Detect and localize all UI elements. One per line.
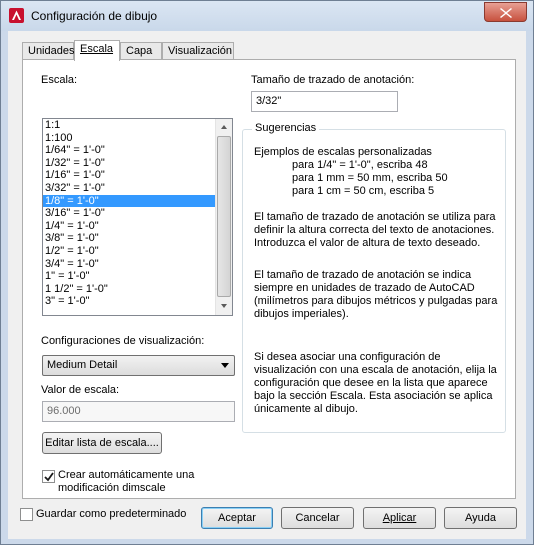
scale-list-item[interactable]: 1/64" = 1'-0" bbox=[43, 144, 232, 157]
hint-paragraph-2: El tamaño de trazado de anotación se ind… bbox=[254, 269, 504, 321]
scale-list-item[interactable]: 1/16" = 1'-0" bbox=[43, 169, 232, 182]
tab-unidades[interactable]: Unidades bbox=[22, 42, 74, 60]
hint-line: (milímetros para dibujos métricos y pulg… bbox=[254, 295, 498, 307]
save-default-label[interactable]: Guardar como predeterminado bbox=[36, 508, 186, 520]
scale-list-item[interactable]: 1/32" = 1'-0" bbox=[43, 157, 232, 170]
ok-label: Aceptar bbox=[218, 512, 256, 524]
auto-dimscale-label-line1[interactable]: Crear automáticamente una bbox=[58, 469, 194, 481]
example-line: para 1 cm = 50 cm, escriba 5 bbox=[292, 185, 435, 197]
hint-line: dibujos imperiales). bbox=[254, 308, 349, 320]
scale-list-item[interactable]: 1:100 bbox=[43, 132, 232, 145]
help-label: Ayuda bbox=[465, 512, 496, 524]
title-bar[interactable]: Configuración de dibujo bbox=[1, 1, 533, 31]
display-config-label: Configuraciones de visualización: bbox=[41, 335, 205, 347]
apply-button[interactable]: Aplicar bbox=[363, 507, 436, 529]
scale-list-item[interactable]: 3/16" = 1'-0" bbox=[43, 207, 232, 220]
dialog-client-area: Unidades Escala Capa Visualización Escal… bbox=[8, 31, 526, 539]
scale-list-item[interactable]: 3" = 1'-0" bbox=[43, 295, 232, 308]
scale-list-item[interactable]: 1 1/2" = 1'-0" bbox=[43, 283, 232, 296]
save-default-checkbox[interactable] bbox=[20, 508, 33, 521]
window-title: Configuración de dibujo bbox=[31, 9, 158, 23]
cancel-label: Cancelar bbox=[295, 512, 340, 524]
examples-block: Ejemplos de escalas personalizadas para … bbox=[254, 146, 504, 198]
auto-dimscale-label-line2[interactable]: modificación dimscale bbox=[58, 482, 166, 494]
hint-paragraph-1: El tamaño de trazado de anotación se uti… bbox=[254, 211, 504, 250]
tab-capa[interactable]: Capa bbox=[120, 42, 162, 60]
tab-label: Escala bbox=[80, 43, 114, 55]
annotation-size-input[interactable]: 3/32" bbox=[251, 91, 398, 112]
hint-line: El tamaño de trazado de anotación se uti… bbox=[254, 211, 496, 223]
scale-list-item[interactable]: 3/32" = 1'-0" bbox=[43, 182, 232, 195]
hint-line: configuración que desee en la lista que … bbox=[254, 377, 488, 389]
scale-list[interactable]: 1:1 1:100 1/64" = 1'-0" 1/32" = 1'-0" 1/16" … bbox=[42, 118, 233, 316]
scale-list-item[interactable]: 1:1 bbox=[43, 119, 232, 132]
hint-line: bajo la sección Escala. Esta asociación … bbox=[254, 390, 493, 402]
hint-line: definir la altura correcta del texto de … bbox=[254, 224, 495, 236]
close-button[interactable] bbox=[484, 2, 527, 22]
scale-list-item[interactable]: 1/8" = 1'-0" bbox=[43, 194, 232, 208]
chevron-down-icon bbox=[221, 363, 229, 368]
scale-list-item[interactable]: 3/4" = 1'-0" bbox=[43, 258, 232, 271]
hint-line: Introduzca el valor de altura de texto d… bbox=[254, 237, 481, 249]
tab-label: Unidades bbox=[28, 45, 75, 57]
example-line: para 1 mm = 50 mm, escriba 50 bbox=[292, 172, 448, 184]
examples-title: Ejemplos de escalas personalizadas bbox=[254, 146, 432, 158]
tab-label: Visualización bbox=[168, 45, 233, 57]
tab-label: Capa bbox=[126, 45, 153, 57]
edit-scale-list-label: Editar lista de escala.... bbox=[45, 437, 159, 449]
hints-title: Sugerencias bbox=[252, 122, 320, 134]
help-button[interactable]: Ayuda bbox=[444, 507, 517, 529]
dialog-window: Configuración de dibujo Unidades Escala … bbox=[0, 0, 534, 545]
cancel-button[interactable]: Cancelar bbox=[281, 507, 354, 529]
autocad-logo-icon bbox=[9, 8, 24, 23]
scale-list-item[interactable]: 1" = 1'-0" bbox=[43, 270, 232, 283]
scale-value-text: 96.000 bbox=[47, 405, 81, 417]
scale-list-items: 1:1 1:100 1/64" = 1'-0" 1/32" = 1'-0" 1/16" … bbox=[43, 119, 232, 308]
edit-scale-list-button[interactable]: Editar lista de escala.... bbox=[42, 432, 162, 454]
tab-visualizacion[interactable]: Visualización bbox=[162, 42, 234, 60]
scroll-down-arrow-icon[interactable] bbox=[216, 298, 232, 314]
annotation-size-value: 3/32" bbox=[256, 95, 282, 107]
scale-list-item[interactable]: 1/2" = 1'-0" bbox=[43, 245, 232, 258]
scale-label: Escala: bbox=[41, 74, 78, 86]
display-config-value: Medium Detail bbox=[47, 359, 118, 371]
tab-escala[interactable]: Escala bbox=[74, 40, 120, 61]
close-icon bbox=[500, 8, 512, 18]
scale-list-item[interactable]: 1/4" = 1'-0" bbox=[43, 220, 232, 233]
display-config-dropdown[interactable]: Medium Detail bbox=[42, 355, 235, 376]
hint-line: Si desea asociar una configuración de bbox=[254, 351, 441, 363]
checkmark-icon bbox=[44, 472, 54, 482]
hint-paragraph-3: Si desea asociar una configuración de vi… bbox=[254, 351, 504, 416]
hint-line: siempre en unidades de trazado de AutoCA… bbox=[254, 282, 475, 294]
scale-value-label: Valor de escala: bbox=[41, 384, 120, 396]
scale-list-item[interactable]: 3/8" = 1'-0" bbox=[43, 232, 232, 245]
auto-dimscale-checkbox[interactable] bbox=[42, 470, 55, 483]
scale-list-scrollbar[interactable] bbox=[215, 119, 232, 315]
hint-line: El tamaño de trazado de anotación se ind… bbox=[254, 269, 472, 281]
apply-label: Aplicar bbox=[382, 512, 417, 524]
hint-line: únicamente al dibujo. bbox=[254, 403, 358, 415]
scrollbar-thumb[interactable] bbox=[217, 136, 231, 297]
example-line: para 1/4" = 1'-0", escriba 48 bbox=[292, 159, 428, 171]
ok-button[interactable]: Aceptar bbox=[201, 507, 273, 529]
scale-value-field: 96.000 bbox=[42, 401, 235, 422]
scroll-up-arrow-icon[interactable] bbox=[216, 119, 232, 135]
hint-line: visualización con una escala de anotació… bbox=[254, 364, 497, 376]
annotation-size-label: Tamaño de trazado de anotación: bbox=[251, 74, 415, 86]
